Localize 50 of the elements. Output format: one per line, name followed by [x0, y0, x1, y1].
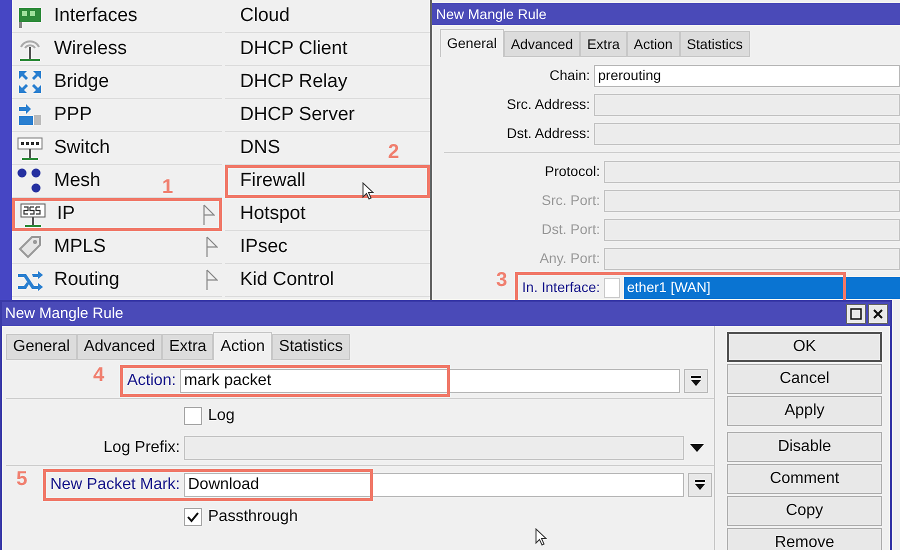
dialog-button[interactable]: Apply [727, 396, 882, 426]
dialog-button[interactable]: Disable [727, 432, 882, 462]
menu-item[interactable]: Switch [12, 132, 222, 165]
dialog-button[interactable]: Remove [727, 528, 882, 550]
chain-field[interactable]: prerouting [594, 64, 900, 86]
menu-item[interactable]: Wireless [12, 33, 222, 66]
field-label: New Packet Mark: [50, 476, 180, 493]
combo-field[interactable]: mark packet [180, 369, 680, 393]
tab[interactable]: Statistics [680, 31, 750, 57]
dialog-button[interactable]: Cancel [727, 364, 882, 394]
menu-item[interactable]: MPLS [12, 231, 222, 264]
tab[interactable]: Extra [162, 334, 214, 360]
field-label: Log Prefix: [104, 439, 180, 456]
field-label: Src. Address: [506, 96, 590, 112]
menu-item[interactable]: Bridge [12, 66, 222, 99]
tab[interactable]: Extra [580, 31, 627, 57]
step-number: 1 [162, 177, 174, 197]
menu-item[interactable]: Interfaces [12, 0, 222, 33]
checkbox-label: Log [208, 406, 235, 426]
step-number: 2 [388, 142, 400, 162]
tab[interactable]: Action [626, 31, 680, 57]
tab[interactable]: Statistics [272, 334, 350, 360]
tab[interactable]: General [440, 29, 504, 57]
checkbox-label: Passthrough [208, 507, 298, 527]
dialog-button[interactable]: OK [727, 332, 882, 362]
step-number: 4 [93, 365, 104, 385]
combo-field[interactable]: Download [184, 473, 684, 497]
tab[interactable]: General [6, 334, 77, 360]
tab[interactable]: Action [213, 332, 272, 360]
field-label: Any. Port: [540, 250, 600, 266]
tab[interactable]: Advanced [76, 334, 162, 360]
step-number: 3 [496, 270, 508, 290]
field-label: Chain: [550, 66, 590, 82]
step-number: 5 [16, 469, 28, 489]
tab[interactable]: Advanced [504, 31, 580, 57]
menu-item[interactable]: PPP [12, 99, 222, 132]
menu-item[interactable]: IP [12, 198, 222, 231]
field-label: Src. Port: [542, 192, 600, 208]
field-label: Protocol: [544, 162, 600, 178]
field-label: In. Interface: [522, 278, 600, 294]
window-title: New Mangle Rule [436, 4, 546, 24]
submenu-item[interactable]: Firewall [225, 165, 430, 198]
field-label: Action: [127, 372, 176, 389]
dialog-button[interactable]: Comment [727, 464, 882, 494]
dialog-button[interactable]: Copy [727, 496, 882, 526]
interface-field[interactable]: ether1 [WAN] [624, 276, 900, 298]
menu-item[interactable]: Routing [12, 264, 222, 297]
field-label: Dst. Port: [542, 220, 600, 236]
field-label: Dst. Address: [506, 124, 590, 140]
window-title: New Mangle Rule [5, 304, 124, 324]
